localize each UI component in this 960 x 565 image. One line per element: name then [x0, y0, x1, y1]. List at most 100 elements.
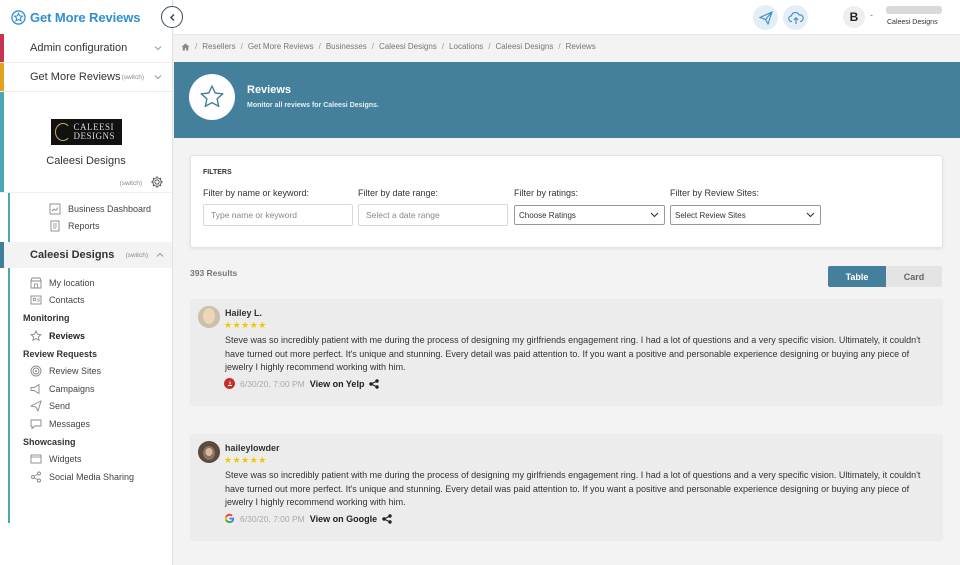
document-icon — [50, 220, 60, 232]
date-range-input[interactable]: Select a date range — [358, 204, 508, 226]
cloud-upload-icon — [787, 11, 804, 24]
logo-c-mark — [54, 123, 71, 141]
sidebar-item-contacts[interactable]: Contacts — [10, 292, 172, 310]
brand[interactable]: Get More Reviews — [0, 0, 172, 34]
user-business-name[interactable]: Caleesi Designs — [887, 19, 938, 26]
breadcrumb-locations[interactable]: Locations — [449, 42, 483, 51]
reviewer-name: haileylowder — [225, 443, 280, 453]
sites-filter-label: Filter by Review Sites: — [670, 188, 760, 198]
table-view-button[interactable]: Table — [828, 266, 886, 287]
admin-configuration-menu[interactable]: Admin configuration — [0, 34, 172, 63]
user-avatar[interactable]: B — [843, 6, 865, 28]
breadcrumb-separator: / — [318, 42, 321, 51]
gmr-color-bar — [0, 63, 4, 91]
admin-configuration-label: Admin configuration — [30, 42, 128, 54]
breadcrumb-businesses[interactable]: Businesses — [326, 42, 367, 51]
store-icon — [30, 277, 42, 289]
chevron-up-icon — [156, 252, 164, 257]
yelp-glyph — [227, 381, 232, 386]
ratings-filter-label: Filter by ratings: — [514, 188, 579, 198]
filters-title: FILTERS — [203, 169, 232, 176]
switch-link[interactable]: (switch) — [122, 74, 144, 81]
review-meta: 6/30/20, 7:00 PM View on Google — [224, 513, 392, 524]
share-icon — [31, 471, 41, 483]
share-icon[interactable] — [369, 378, 380, 389]
review-card: Hailey L. ★★★★★ Steve was so incredibly … — [190, 299, 943, 406]
sidebar-item-campaigns[interactable]: Campaigns — [10, 380, 172, 398]
review-requests-heading: Review Requests — [23, 348, 98, 359]
sidebar-item-widgets[interactable]: Widgets — [10, 451, 172, 469]
date-filter-label: Filter by date range: — [358, 188, 439, 198]
send-icon — [30, 400, 42, 413]
widget-icon — [30, 454, 42, 464]
sidebar-item-reports[interactable]: Reports — [29, 218, 172, 236]
send-button[interactable] — [753, 5, 778, 30]
keyword-filter-label: Filter by name or keyword: — [203, 188, 310, 198]
logo-line2: DESIGNS — [73, 131, 116, 141]
ratings-select[interactable]: Choose Ratings — [514, 205, 665, 225]
business-switch-link[interactable]: (switch) — [120, 180, 142, 187]
user-separator: - — [870, 10, 873, 20]
collapse-sidebar-button[interactable] — [161, 6, 183, 28]
gear-icon[interactable] — [150, 175, 164, 189]
get-more-reviews-menu[interactable]: Get More Reviews (switch) — [0, 63, 172, 92]
reviewer-photo — [198, 441, 220, 463]
sidebar-item-label: Messages — [49, 418, 91, 429]
business-name: Caleesi Designs — [46, 155, 126, 167]
sidebar-item-label: Contacts — [49, 295, 85, 306]
chevron-down-icon — [806, 212, 815, 218]
breadcrumb-get-more-reviews[interactable]: Get More Reviews — [248, 42, 314, 51]
google-icon — [224, 513, 235, 524]
sidebar-item-review-sites[interactable]: Review Sites — [10, 363, 172, 381]
view-on-site-link[interactable]: View on Yelp — [310, 379, 365, 389]
breadcrumb-reviews: Reviews — [565, 42, 596, 51]
star-rating: ★★★★★ — [224, 320, 267, 330]
breadcrumb-business[interactable]: Caleesi Designs — [379, 42, 437, 51]
reviewer-name: Hailey L. — [225, 308, 263, 318]
current-business-row[interactable]: Caleesi Designs (switch) — [0, 242, 172, 268]
sidebar-item-reviews[interactable]: Reviews — [10, 327, 172, 345]
sidebar-item-send[interactable]: Send — [10, 398, 172, 416]
message-icon — [30, 419, 42, 430]
share-icon[interactable] — [382, 513, 392, 524]
sidebar-item-label: Reports — [68, 221, 100, 232]
sidebar-item-label: Reviews — [49, 330, 86, 341]
home-icon[interactable] — [181, 43, 190, 51]
reviewer-avatar — [198, 441, 220, 463]
sidebar-item-messages[interactable]: Messages — [10, 415, 172, 433]
keyword-filter-input[interactable]: Type name or keyword — [203, 204, 353, 226]
page-title: Reviews — [247, 84, 292, 96]
card-view-button[interactable]: Card — [886, 266, 942, 287]
star-outline-icon — [200, 85, 224, 108]
breadcrumb-separator: / — [195, 42, 198, 51]
review-date: 6/30/20, 7:00 PM — [240, 378, 305, 389]
current-business-switch-link[interactable]: (switch) — [126, 252, 148, 259]
view-on-site-link[interactable]: View on Google — [310, 514, 377, 524]
menu-indent-line — [8, 268, 10, 523]
review-sites-select-value: Select Review Sites — [675, 210, 746, 220]
sidebar-item-my-location[interactable]: My location — [10, 274, 172, 292]
star-icon — [30, 329, 42, 341]
chevron-down-icon — [154, 75, 162, 80]
review-meta: 6/30/20, 7:00 PM View on Yelp — [224, 378, 380, 389]
breadcrumb-location[interactable]: Caleesi Designs — [496, 42, 554, 51]
review-sites-select[interactable]: Select Review Sites — [670, 205, 821, 225]
sidebar-item-label: Social Media Sharing — [49, 471, 135, 482]
brand-star-icon — [11, 9, 26, 25]
upload-button[interactable] — [783, 5, 808, 30]
star-rating: ★★★★★ — [224, 455, 267, 465]
topbar: B - Caleesi Designs — [174, 0, 960, 35]
sidebar-item-label: Review Sites — [49, 366, 102, 377]
sidebar-item-social-media-sharing[interactable]: Social Media Sharing — [10, 468, 172, 486]
sidebar-item-business-dashboard[interactable]: Business Dashboard — [29, 200, 172, 218]
business-logo: CALEESI DESIGNS — [50, 119, 122, 145]
reviewer-avatar — [198, 306, 220, 328]
get-more-reviews-label: Get More Reviews — [30, 71, 121, 83]
results-count: 393 Results — [190, 268, 238, 278]
breadcrumb-resellers[interactable]: Resellers — [202, 42, 235, 51]
chart-icon — [49, 203, 61, 215]
chevron-left-icon — [169, 13, 175, 21]
review-card: haileylowder ★★★★★ Steve was so incredib… — [190, 434, 943, 541]
menu-indent-line — [8, 193, 10, 242]
yelp-icon — [224, 378, 235, 389]
